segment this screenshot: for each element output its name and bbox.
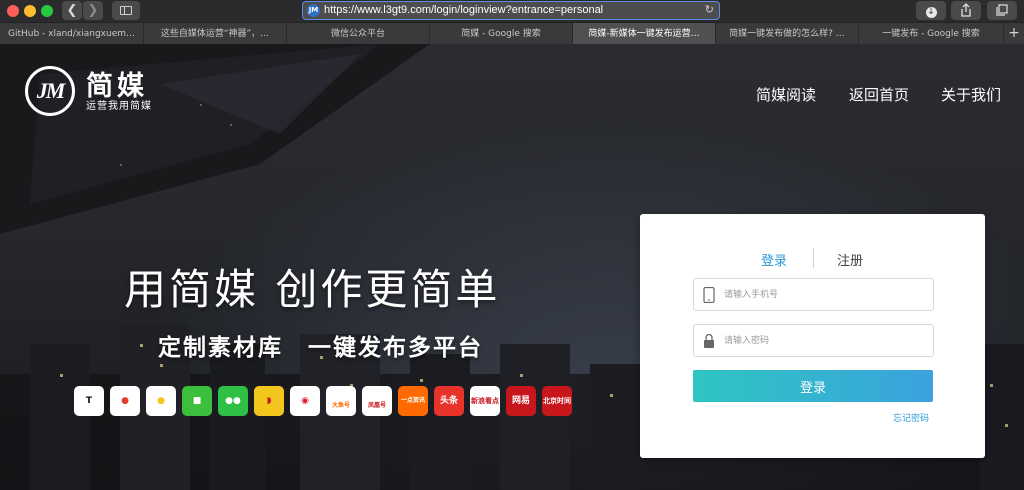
toutiao-icon: 头条 xyxy=(434,386,464,416)
toutiao-T-icon: T xyxy=(74,386,104,416)
browser-tab[interactable]: 微信公众平台 xyxy=(287,23,430,45)
nav-read-link[interactable]: 简媒阅读 xyxy=(756,84,816,105)
qq-penguin-icon: ● xyxy=(146,386,176,416)
chevron-left-icon: ❮ xyxy=(66,3,78,18)
sina-kandian-icon: 新浪看点 xyxy=(470,386,500,416)
site-favicon-icon: JM xyxy=(307,4,320,17)
close-window-button[interactable] xyxy=(7,5,19,17)
back-button[interactable]: ❮ xyxy=(62,1,82,20)
address-bar[interactable]: JM https://www.l3gt9.com/login/loginview… xyxy=(302,1,720,20)
browser-tab-active[interactable]: 简媒-新媒体一键发布运营… xyxy=(573,23,716,45)
browser-tab[interactable]: 这些自媒体运营“神器”，… xyxy=(144,23,287,45)
iqiyi-icon: ■ xyxy=(182,386,212,416)
password-input[interactable] xyxy=(724,325,929,356)
dayu-icon: 大鱼号 xyxy=(326,386,356,416)
download-icon: ↓ xyxy=(925,7,937,18)
nav-home-link[interactable]: 返回首页 xyxy=(849,84,909,105)
sidebar-toggle-button[interactable] xyxy=(112,1,140,20)
nav-about-link[interactable]: 关于我们 xyxy=(941,84,1001,105)
chevron-right-icon: ❯ xyxy=(87,3,99,18)
browser-tab[interactable]: 一键发布 - Google 搜索 xyxy=(859,23,1004,45)
plus-icon[interactable]: + xyxy=(1004,23,1024,45)
share-button[interactable] xyxy=(951,1,981,20)
lock-icon xyxy=(704,333,714,348)
phone-input[interactable] xyxy=(724,279,929,310)
site-header: JM 简媒 运营我用简媒 简媒阅读 返回首页 关于我们 xyxy=(0,44,1024,134)
downloads-button[interactable]: ↓ xyxy=(916,1,946,20)
phone-field[interactable] xyxy=(693,278,934,311)
forgot-password-link[interactable]: 忘记密码 xyxy=(893,411,929,424)
browser-tab[interactable]: GitHub - xland/xiangxuem… xyxy=(0,23,144,45)
browser-tab[interactable]: 简媒 - Google 搜索 xyxy=(430,23,573,45)
browser-toolbar: ❮ ❯ JM https://www.l3gt9.com/login/login… xyxy=(0,0,1024,22)
minimize-window-button[interactable] xyxy=(24,5,36,17)
password-field[interactable] xyxy=(693,324,934,357)
hero-subtitle: 定制素材库 一键发布多平台 xyxy=(158,335,483,361)
ifeng-icon: 凤凰号 xyxy=(362,386,392,416)
browser-tab[interactable]: 简媒一键发布做的怎么样? … xyxy=(716,23,859,45)
tabs-icon xyxy=(996,4,1008,16)
browser-tab-bar: GitHub - xland/xiangxuem… 这些自媒体运营“神器”，… … xyxy=(0,22,1024,45)
netease-icon: 网易 xyxy=(506,386,536,416)
login-button[interactable]: 登录 xyxy=(693,370,933,402)
sidebar-icon xyxy=(120,6,132,15)
site-logo[interactable]: JM xyxy=(25,66,75,116)
logo-slogan: 运营我用简媒 xyxy=(86,101,152,112)
yidian-icon: 一点资讯 xyxy=(398,386,428,416)
tab-divider xyxy=(813,248,814,268)
logo-mark-text: JM xyxy=(36,78,66,103)
btime-icon: 北京时间 xyxy=(542,386,572,416)
login-page: JM 简媒 运营我用简媒 简媒阅读 返回首页 关于我们 用简媒 创作更简单 定制… xyxy=(0,44,1024,490)
wechat-icon: ●● xyxy=(218,386,248,416)
tab-register[interactable]: 注册 xyxy=(837,250,863,269)
tab-overview-button[interactable] xyxy=(987,1,1017,20)
login-card: 登录 注册 登录 忘记密码 xyxy=(640,214,985,458)
forward-button[interactable]: ❯ xyxy=(83,1,103,20)
reload-icon[interactable]: ↻ xyxy=(705,3,714,16)
sohu-icon: ◗ xyxy=(254,386,284,416)
hero-title: 用简媒 创作更简单 xyxy=(124,265,501,314)
phone-icon xyxy=(703,287,715,303)
ucloud-icon: ● xyxy=(110,386,140,416)
weibo-icon: ◉ xyxy=(290,386,320,416)
zoom-window-button[interactable] xyxy=(41,5,53,17)
share-icon xyxy=(961,3,971,17)
url-text[interactable]: https://www.l3gt9.com/login/loginview?en… xyxy=(324,4,603,16)
tab-login[interactable]: 登录 xyxy=(761,250,787,269)
